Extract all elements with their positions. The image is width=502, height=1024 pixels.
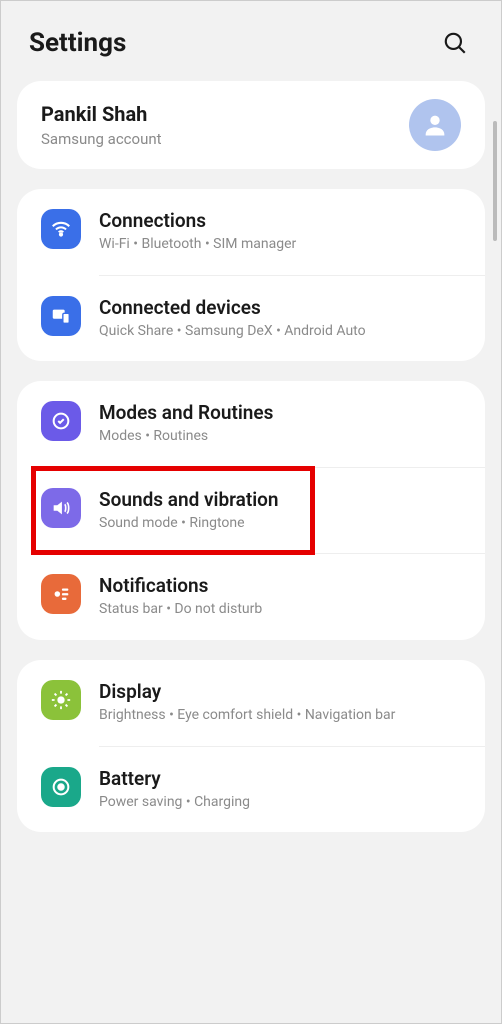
item-title: Display: [99, 680, 461, 703]
avatar: [409, 99, 461, 151]
header: Settings: [1, 1, 501, 81]
page-title: Settings: [29, 28, 126, 58]
account-sub: Samsung account: [41, 130, 162, 148]
sound-icon: [41, 488, 81, 528]
settings-item-sounds[interactable]: Sounds and vibration Sound mode • Ringto…: [17, 468, 485, 554]
item-title: Notifications: [99, 574, 461, 597]
item-sub: Quick Share • Samsung DeX • Android Auto: [99, 322, 461, 342]
battery-icon: [41, 767, 81, 807]
wifi-icon: [41, 209, 81, 249]
item-sub: Brightness • Eye comfort shield • Naviga…: [99, 706, 461, 726]
item-title: Connected devices: [99, 296, 461, 319]
scrollbar[interactable]: [493, 121, 497, 241]
search-button[interactable]: [437, 25, 473, 61]
person-icon: [421, 111, 449, 139]
settings-item-connections[interactable]: Connections Wi-Fi • Bluetooth • SIM mana…: [17, 189, 485, 275]
item-sub: Wi-Fi • Bluetooth • SIM manager: [99, 235, 461, 255]
notifications-icon: [41, 574, 81, 614]
account-name: Pankil Shah: [41, 102, 162, 126]
item-title: Sounds and vibration: [99, 488, 461, 511]
settings-group: Display Brightness • Eye comfort shield …: [17, 660, 485, 832]
settings-item-battery[interactable]: Battery Power saving • Charging: [17, 747, 485, 833]
account-text: Pankil Shah Samsung account: [41, 102, 162, 148]
devices-icon: [41, 296, 81, 336]
item-sub: Status bar • Do not disturb: [99, 600, 461, 620]
item-sub: Modes • Routines: [99, 427, 461, 447]
settings-group: Modes and Routines Modes • Routines Soun…: [17, 381, 485, 640]
modes-icon: [41, 401, 81, 441]
display-icon: [41, 680, 81, 720]
settings-item-display[interactable]: Display Brightness • Eye comfort shield …: [17, 660, 485, 746]
item-title: Connections: [99, 209, 461, 232]
settings-item-connected-devices[interactable]: Connected devices Quick Share • Samsung …: [17, 276, 485, 362]
item-sub: Sound mode • Ringtone: [99, 514, 461, 534]
settings-item-modes[interactable]: Modes and Routines Modes • Routines: [17, 381, 485, 467]
settings-item-notifications[interactable]: Notifications Status bar • Do not distur…: [17, 554, 485, 640]
account-row[interactable]: Pankil Shah Samsung account: [17, 81, 485, 169]
settings-group: Connections Wi-Fi • Bluetooth • SIM mana…: [17, 189, 485, 361]
item-title: Modes and Routines: [99, 401, 461, 424]
item-sub: Power saving • Charging: [99, 793, 461, 813]
item-title: Battery: [99, 767, 461, 790]
search-icon: [442, 30, 468, 56]
